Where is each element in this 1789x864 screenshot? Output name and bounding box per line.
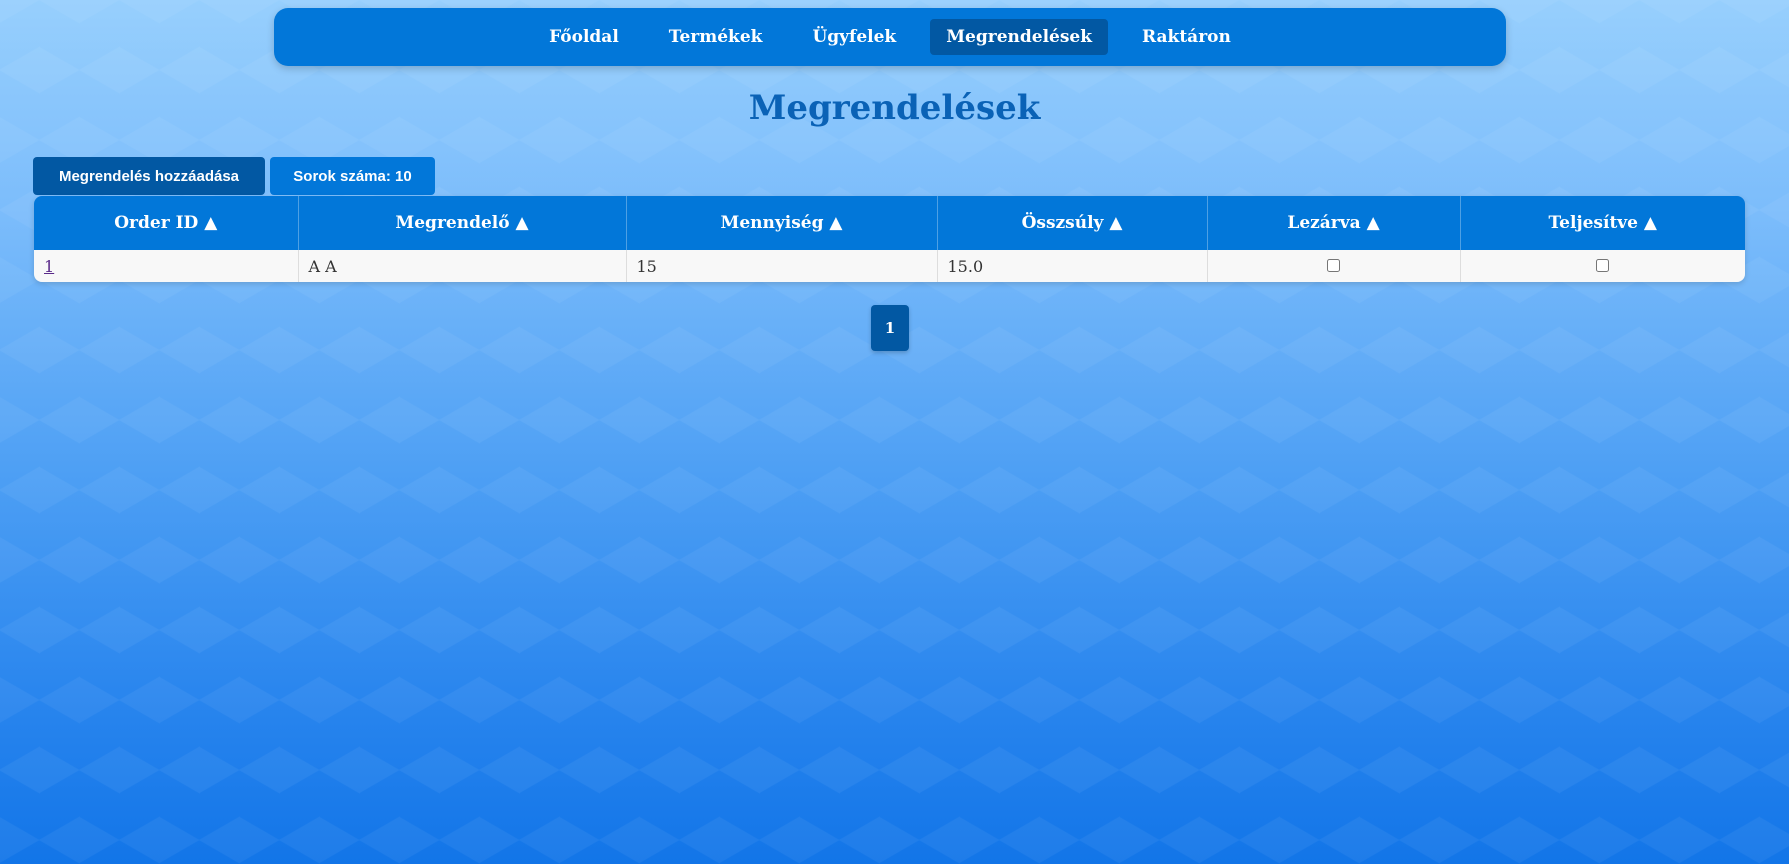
background-pattern <box>0 0 1789 864</box>
table-row: 1 A A 15 15.0 <box>34 250 1745 282</box>
cell-order-id: 1 <box>34 250 299 282</box>
column-header-total-weight[interactable]: Összsúly ▲ <box>937 196 1208 250</box>
closed-checkbox[interactable] <box>1327 258 1340 272</box>
column-header-closed[interactable]: Lezárva ▲ <box>1207 196 1461 250</box>
orders-table: Order ID ▲ Megrendelő ▲ Mennyiség ▲ Össz… <box>34 196 1745 282</box>
column-header-quantity[interactable]: Mennyiség ▲ <box>626 196 938 250</box>
cell-quantity: 15 <box>626 250 938 282</box>
nav-item-products[interactable]: Termékek <box>653 19 779 55</box>
add-order-button[interactable]: Megrendelés hozzáadása <box>33 157 265 195</box>
main-navbar: Főoldal Termékek Ügyfelek Megrendelések … <box>274 8 1506 66</box>
order-id-link[interactable]: 1 <box>44 257 54 276</box>
table-header-row: Order ID ▲ Megrendelő ▲ Mennyiség ▲ Össz… <box>34 196 1745 250</box>
rows-per-page-button[interactable]: Sorok száma: 10 <box>270 157 435 195</box>
column-header-order-id[interactable]: Order ID ▲ <box>34 196 299 250</box>
column-header-customer[interactable]: Megrendelő ▲ <box>298 196 627 250</box>
column-header-completed[interactable]: Teljesítve ▲ <box>1460 196 1745 250</box>
cell-total-weight: 15.0 <box>937 250 1208 282</box>
orders-table-container: Order ID ▲ Megrendelő ▲ Mennyiség ▲ Össz… <box>34 196 1745 282</box>
cell-customer: A A <box>298 250 627 282</box>
completed-checkbox[interactable] <box>1596 258 1610 272</box>
nav-item-customers[interactable]: Ügyfelek <box>796 19 912 55</box>
nav-item-home[interactable]: Főoldal <box>533 19 635 55</box>
nav-item-in-stock[interactable]: Raktáron <box>1126 19 1247 55</box>
nav-item-orders[interactable]: Megrendelések <box>930 19 1109 55</box>
pagination-page-button[interactable]: 1 <box>871 305 909 351</box>
cell-closed <box>1207 250 1461 282</box>
cell-completed <box>1460 250 1745 282</box>
page-title: Megrendelések <box>748 88 1041 128</box>
